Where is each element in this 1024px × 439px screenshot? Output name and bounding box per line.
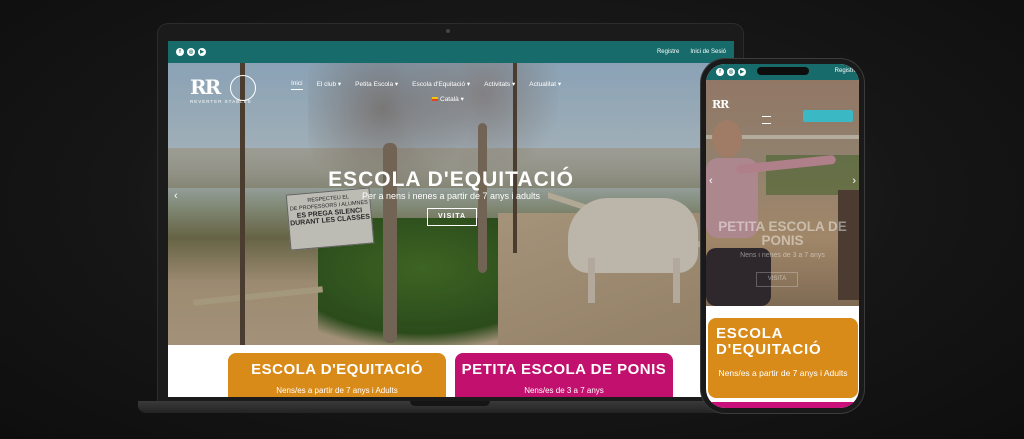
next-card-edge: [706, 402, 859, 408]
card-escola-equitacio[interactable]: ESCOLA D'EQUITACIÓ Nens/es a partir de 7…: [228, 353, 446, 397]
nav-label: Actualitat: [529, 81, 557, 88]
chevron-down-icon: ▾: [394, 81, 399, 88]
emblem-icon: [230, 75, 256, 101]
prev-arrow-icon[interactable]: ‹: [709, 175, 713, 187]
language-label: Català: [440, 96, 459, 103]
logo[interactable]: RR: [190, 75, 221, 99]
hero-subtitle: Per a nens i nenes a partir de 7 anys i …: [361, 191, 541, 201]
youtube-icon[interactable]: ▶: [198, 48, 206, 56]
main-nav: Inici El club ▾ Petita Escola ▾ Escola d…: [291, 80, 561, 90]
register-link[interactable]: Registre: [835, 68, 857, 74]
prev-arrow-icon[interactable]: ‹: [174, 190, 178, 202]
chevron-down-icon: ▾: [460, 96, 464, 103]
account-links: Registre Inici de Sesió: [657, 49, 726, 55]
nav-label: Escola d'Equitació: [412, 81, 466, 88]
youtube-icon[interactable]: ▶: [738, 68, 746, 76]
visit-button[interactable]: VISITA: [427, 208, 477, 226]
social-links: f ◎ ▶: [176, 48, 206, 56]
register-link[interactable]: Registre: [657, 49, 679, 55]
hero-title: PETITA ESCOLA DE PONIS: [718, 219, 847, 248]
phone-screen: f ◎ ▶ Registre RR PETITA ESCOLA DE PONIS…: [706, 64, 859, 408]
nav-item-activitats[interactable]: Activitats ▾: [484, 80, 515, 90]
hero-overlay: [168, 63, 734, 345]
hero-subtitle: Nens i nenes de 3 a 7 anys: [740, 252, 825, 259]
card-subtitle: Nens/es a partir de 7 anys i Adults: [276, 386, 398, 395]
flag-icon: [432, 97, 438, 101]
card-title: PETITA ESCOLA DE PONIS: [461, 361, 667, 378]
next-arrow-icon[interactable]: ›: [852, 175, 856, 187]
cta-button[interactable]: [803, 110, 853, 122]
hero-slider: RESPECTEU EL DE PROFESSORS I ALUMNES ES …: [168, 63, 734, 345]
laptop-notch: [410, 401, 490, 406]
card-subtitle: Nens/es a partir de 7 anys i Adults: [718, 368, 848, 378]
camera: [446, 29, 450, 33]
login-link[interactable]: Inici de Sesió: [690, 49, 726, 55]
nav-item-escola-equitacio[interactable]: Escola d'Equitació ▾: [412, 80, 470, 90]
program-cards: ESCOLA D'EQUITACIÓ Nens/es a partir de 7…: [168, 345, 734, 397]
nav-item-el-club[interactable]: El club ▾: [317, 80, 342, 90]
instagram-icon[interactable]: ◎: [187, 48, 195, 56]
logo[interactable]: RR: [712, 98, 729, 111]
language-selector[interactable]: Català ▾: [432, 95, 464, 103]
nav-item-petita-escola[interactable]: Petita Escola ▾: [355, 80, 398, 90]
chevron-down-icon: ▾: [557, 81, 562, 88]
facebook-icon[interactable]: f: [716, 68, 724, 76]
nav-label: Petita Escola: [355, 81, 394, 88]
card-subtitle: Nens/es de 3 a 7 anys: [524, 386, 604, 395]
instagram-icon[interactable]: ◎: [727, 68, 735, 76]
phone-notch: [757, 67, 809, 75]
nav-label: Activitats: [484, 81, 511, 88]
card-title: ESCOLA D'EQUITACIÓ: [716, 325, 822, 358]
nav-item-inici[interactable]: Inici: [291, 80, 303, 90]
chevron-down-icon: ▾: [337, 81, 342, 88]
social-links: f ◎ ▶: [716, 68, 746, 76]
hero-title: ESCOLA D'EQUITACIÓ: [328, 168, 574, 191]
hamburger-icon[interactable]: [762, 116, 771, 124]
chevron-down-icon: ▾: [466, 81, 471, 88]
chevron-down-icon: ▾: [512, 81, 516, 88]
nav-item-actualitat[interactable]: Actualitat ▾: [529, 80, 561, 90]
visit-button[interactable]: VISITA: [756, 272, 798, 287]
top-bar: f ◎ ▶ Registre Inici de Sesió: [168, 41, 734, 63]
card-escola-equitacio[interactable]: ESCOLA D'EQUITACIÓ Nens/es a partir de 7…: [708, 318, 858, 398]
card-petita-escola[interactable]: PETITA ESCOLA DE PONIS Nens/es de 3 a 7 …: [455, 353, 673, 397]
facebook-icon[interactable]: f: [176, 48, 184, 56]
nav-label: El club: [316, 81, 337, 88]
card-title: ESCOLA D'EQUITACIÓ: [251, 361, 423, 378]
laptop-screen: f ◎ ▶ Registre Inici de Sesió RESPECTEU …: [168, 41, 734, 397]
phone-hero: RR PETITA ESCOLA DE PONIS Nens i nenes d…: [706, 80, 859, 306]
